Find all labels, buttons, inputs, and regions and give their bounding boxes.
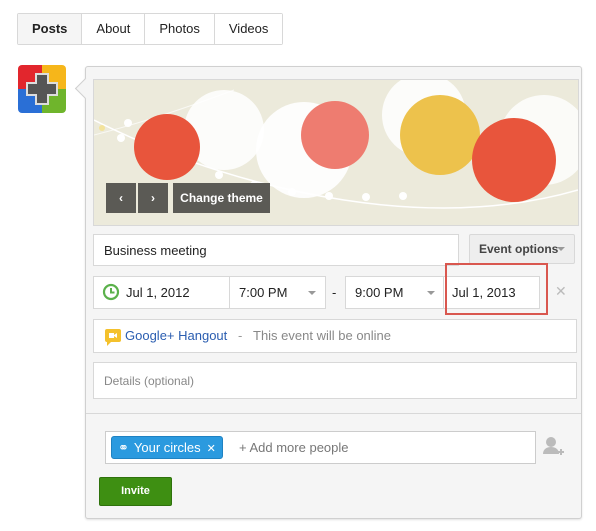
time-separator: - (332, 285, 337, 300)
remove-end-date-icon[interactable]: ✕ (555, 283, 567, 300)
end-time-select[interactable]: 9:00 PM (345, 276, 444, 309)
details-input[interactable]: Details (optional) (93, 362, 577, 399)
theme-banner: ‹ › Change theme (93, 79, 579, 226)
remove-chip-icon[interactable]: ✕ (207, 443, 216, 455)
dropdown-arrow-icon (308, 291, 316, 295)
dropdown-arrow-icon (557, 247, 565, 251)
hangout-note: This event will be online (253, 328, 392, 343)
hangout-row[interactable]: Google+ Hangout - This event will be onl… (93, 319, 577, 353)
hangout-icon (105, 329, 121, 346)
tab-posts[interactable]: Posts (18, 14, 82, 44)
event-title-input[interactable]: Business meeting (93, 234, 459, 266)
people-input[interactable]: ⚭ Your circles ✕ + Add more people (105, 431, 536, 464)
tab-photos[interactable]: Photos (144, 14, 214, 44)
tab-about[interactable]: About (81, 14, 145, 44)
prev-theme-button[interactable]: ‹ (106, 183, 136, 213)
google-plus-logo-icon (18, 65, 66, 113)
start-date-input[interactable]: Jul 1, 2012 (93, 276, 230, 309)
chevron-right-icon: › (151, 191, 155, 205)
profile-tabs: Posts About Photos Videos (17, 13, 284, 45)
divider (86, 413, 581, 414)
event-composer: CANCEL✕ ‹ › Change theme Business (74, 66, 582, 519)
clock-icon (102, 283, 120, 301)
end-date-highlight (445, 263, 548, 315)
add-person-icon[interactable] (542, 436, 564, 458)
start-time-select[interactable]: 7:00 PM (229, 276, 326, 309)
next-theme-button[interactable]: › (138, 183, 168, 213)
circles-chip[interactable]: ⚭ Your circles ✕ (111, 436, 223, 459)
event-options-button[interactable]: Event options (469, 234, 575, 264)
hangout-link[interactable]: Google+ Hangout (125, 328, 227, 343)
chevron-left-icon: ‹ (119, 191, 123, 205)
dropdown-arrow-icon (427, 291, 435, 295)
change-theme-button[interactable]: Change theme (173, 183, 270, 213)
tab-videos[interactable]: Videos (213, 14, 283, 44)
invite-button[interactable]: Invite (99, 477, 172, 506)
circles-icon: ⚭ (118, 440, 129, 455)
